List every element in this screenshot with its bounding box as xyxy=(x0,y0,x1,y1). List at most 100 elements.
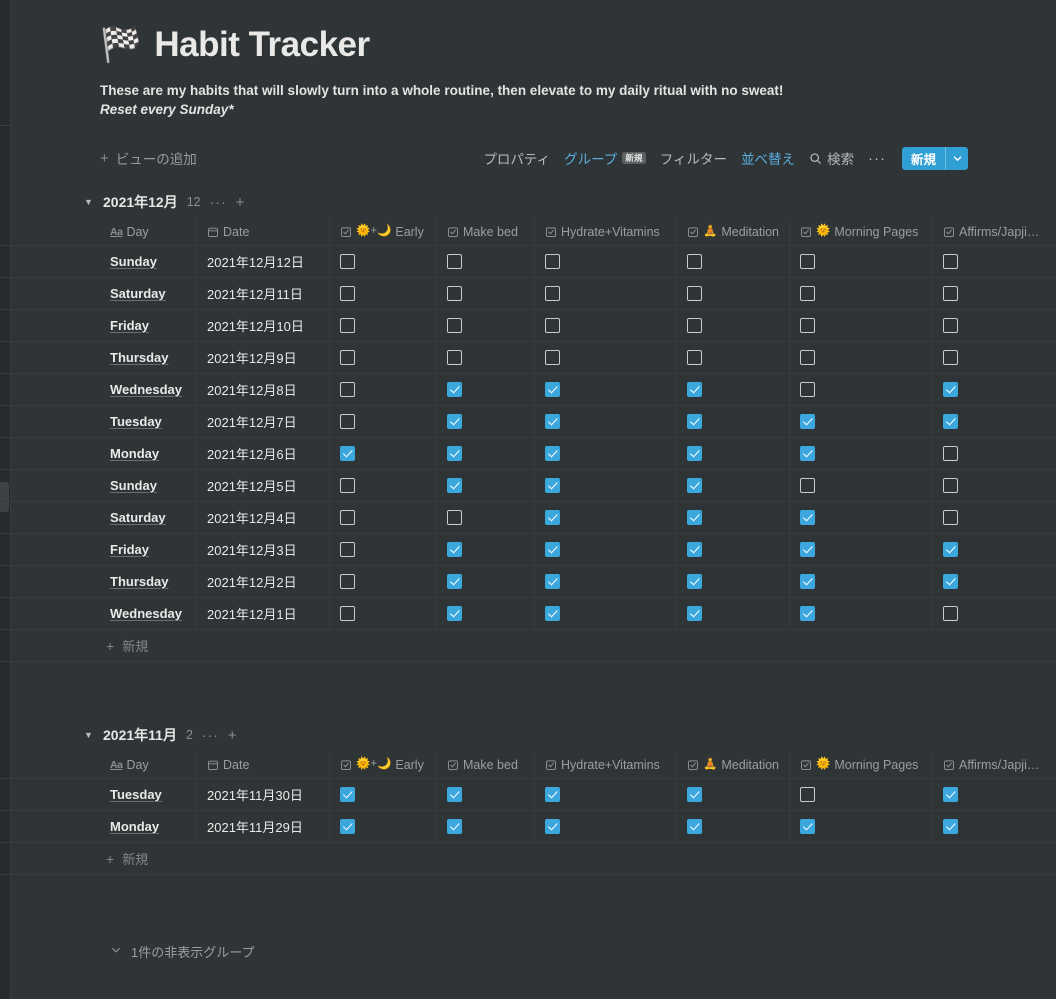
cell-day[interactable]: Friday xyxy=(100,534,197,565)
cell-affirms[interactable] xyxy=(933,278,1056,309)
checkbox-checked[interactable] xyxy=(545,542,560,557)
cell-affirms[interactable] xyxy=(933,470,1056,501)
cell-morning[interactable] xyxy=(790,342,933,373)
cell-date[interactable]: 2021年12月1日 xyxy=(197,598,330,629)
checkbox-unchecked[interactable] xyxy=(340,574,355,589)
table-row[interactable]: Tuesday 2021年12月7日 xyxy=(0,406,1056,438)
cell-early[interactable] xyxy=(330,470,437,501)
checkbox-unchecked[interactable] xyxy=(447,254,462,269)
checkbox-unchecked[interactable] xyxy=(340,254,355,269)
cell-early[interactable] xyxy=(330,310,437,341)
cell-makebed[interactable] xyxy=(437,438,535,469)
cell-morning[interactable] xyxy=(790,246,933,277)
checkbox-checked[interactable] xyxy=(545,382,560,397)
checkbox-unchecked[interactable] xyxy=(340,478,355,493)
checkbox-unchecked[interactable] xyxy=(800,478,815,493)
checkbox-checked[interactable] xyxy=(447,574,462,589)
column-header-day[interactable]: Aa Day xyxy=(100,752,197,778)
checkbox-checked[interactable] xyxy=(545,446,560,461)
cell-early[interactable] xyxy=(330,278,437,309)
column-header-meditation[interactable]: 🧘 Meditation xyxy=(677,752,790,778)
cell-date[interactable]: 2021年11月29日 xyxy=(197,811,330,842)
cell-affirms[interactable] xyxy=(933,310,1056,341)
checkbox-checked[interactable] xyxy=(545,787,560,802)
cell-makebed[interactable] xyxy=(437,310,535,341)
cell-morning[interactable] xyxy=(790,438,933,469)
checkbox-checked[interactable] xyxy=(340,819,355,834)
checkbox-checked[interactable] xyxy=(800,606,815,621)
checkbox-checked[interactable] xyxy=(687,510,702,525)
checkbox-checked[interactable] xyxy=(687,606,702,621)
checkbox-checked[interactable] xyxy=(800,510,815,525)
checkbox-checked[interactable] xyxy=(943,787,958,802)
column-header-morning[interactable]: 🌞 Morning Pages xyxy=(790,752,933,778)
cell-day[interactable]: Wednesday xyxy=(100,598,197,629)
checkbox-checked[interactable] xyxy=(687,787,702,802)
checkbox-unchecked[interactable] xyxy=(800,350,815,365)
cell-affirms[interactable] xyxy=(933,246,1056,277)
cell-date[interactable]: 2021年12月12日 xyxy=(197,246,330,277)
checkbox-unchecked[interactable] xyxy=(340,350,355,365)
cell-morning[interactable] xyxy=(790,278,933,309)
cell-meditation[interactable] xyxy=(677,374,790,405)
checkbox-checked[interactable] xyxy=(545,478,560,493)
cell-date[interactable]: 2021年12月8日 xyxy=(197,374,330,405)
checkbox-unchecked[interactable] xyxy=(340,542,355,557)
checkbox-unchecked[interactable] xyxy=(943,286,958,301)
cell-date[interactable]: 2021年12月9日 xyxy=(197,342,330,373)
checkbox-checked[interactable] xyxy=(545,606,560,621)
checkbox-checked[interactable] xyxy=(545,574,560,589)
cell-early[interactable] xyxy=(330,406,437,437)
table-row[interactable]: Thursday 2021年12月9日 xyxy=(0,342,1056,374)
group-more-icon[interactable]: ··· xyxy=(202,728,219,742)
cell-hydrate[interactable] xyxy=(535,470,677,501)
table-row[interactable]: Friday 2021年12月3日 xyxy=(0,534,1056,566)
new-record-button[interactable]: 新規 xyxy=(901,146,968,170)
checkbox-checked[interactable] xyxy=(943,574,958,589)
collapse-caret-icon[interactable]: ▼ xyxy=(84,197,94,207)
cell-makebed[interactable] xyxy=(437,534,535,565)
cell-date[interactable]: 2021年12月6日 xyxy=(197,438,330,469)
cell-meditation[interactable] xyxy=(677,534,790,565)
checkbox-checked[interactable] xyxy=(447,414,462,429)
checkbox-unchecked[interactable] xyxy=(943,350,958,365)
table-row[interactable]: Saturday 2021年12月11日 xyxy=(0,278,1056,310)
cell-early[interactable] xyxy=(330,342,437,373)
group-header[interactable]: ▼ 2021年11月 2 ··· + xyxy=(0,718,1056,752)
page-description-line-2[interactable]: Reset every Sunday* xyxy=(100,100,1010,120)
cell-affirms[interactable] xyxy=(933,534,1056,565)
cell-day[interactable]: Saturday xyxy=(100,278,197,309)
cell-early[interactable] xyxy=(330,811,437,842)
cell-date[interactable]: 2021年12月5日 xyxy=(197,470,330,501)
checkbox-unchecked[interactable] xyxy=(943,318,958,333)
cell-affirms[interactable] xyxy=(933,566,1056,597)
table-row[interactable]: Saturday 2021年12月4日 xyxy=(0,502,1056,534)
cell-makebed[interactable] xyxy=(437,811,535,842)
cell-day[interactable]: Thursday xyxy=(100,342,197,373)
checkbox-checked[interactable] xyxy=(447,787,462,802)
checkbox-checked[interactable] xyxy=(687,382,702,397)
cell-day[interactable]: Tuesday xyxy=(100,406,197,437)
cell-meditation[interactable] xyxy=(677,502,790,533)
checkbox-unchecked[interactable] xyxy=(340,318,355,333)
cell-date[interactable]: 2021年12月3日 xyxy=(197,534,330,565)
page-title[interactable]: Habit Tracker xyxy=(154,25,370,65)
table-row[interactable]: Monday 2021年11月29日 xyxy=(0,811,1056,843)
cell-morning[interactable] xyxy=(790,310,933,341)
cell-early[interactable] xyxy=(330,566,437,597)
cell-early[interactable] xyxy=(330,374,437,405)
filter-button[interactable]: フィルター xyxy=(660,148,727,168)
cell-day[interactable]: Tuesday xyxy=(100,779,197,810)
cell-makebed[interactable] xyxy=(437,502,535,533)
cell-morning[interactable] xyxy=(790,534,933,565)
checkbox-unchecked[interactable] xyxy=(943,446,958,461)
checkbox-unchecked[interactable] xyxy=(340,414,355,429)
chevron-down-icon[interactable] xyxy=(946,147,968,170)
checkbox-unchecked[interactable] xyxy=(800,787,815,802)
cell-day[interactable]: Monday xyxy=(100,811,197,842)
cell-hydrate[interactable] xyxy=(535,502,677,533)
cell-day[interactable]: Monday xyxy=(100,438,197,469)
cell-affirms[interactable] xyxy=(933,598,1056,629)
cell-meditation[interactable] xyxy=(677,598,790,629)
checkbox-unchecked[interactable] xyxy=(800,382,815,397)
